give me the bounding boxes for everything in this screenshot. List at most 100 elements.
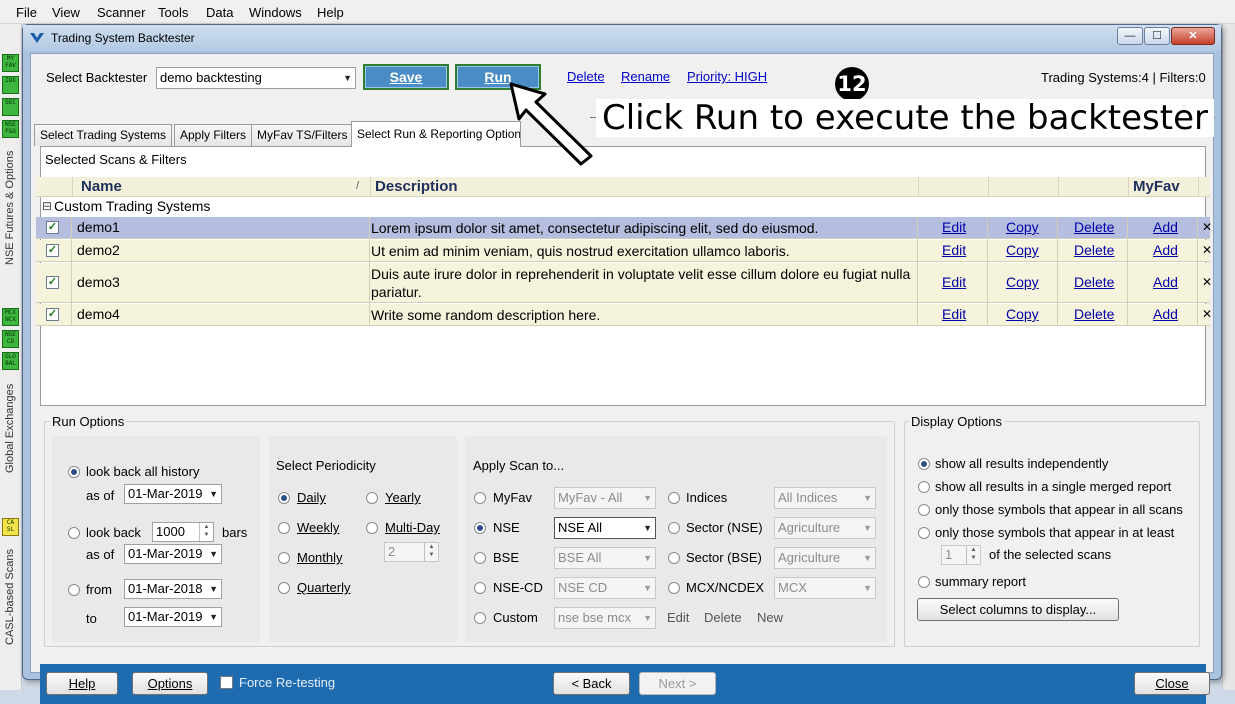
spinner-arrows-icon[interactable]: ▲ ▼ [199, 523, 213, 541]
summary-report-radio[interactable] [918, 576, 930, 588]
custom-new-link[interactable]: New [757, 610, 783, 625]
row-checkbox[interactable]: ✓ [46, 276, 59, 289]
menu-view[interactable]: View [52, 5, 80, 20]
as-of-date-picker-2[interactable]: 01-Mar-2019 ▼ [124, 544, 222, 564]
monthly-radio[interactable] [278, 552, 290, 564]
row-copy-link[interactable]: Copy [1006, 219, 1039, 235]
sector-bse-select[interactable]: Agriculture ▼ [774, 547, 876, 569]
table-row[interactable]: ✓ demo3 Duis aute irure dolor in reprehe… [36, 263, 1212, 303]
myfav-radio[interactable] [474, 492, 486, 504]
row-checkbox[interactable]: ✓ [46, 221, 59, 234]
nsecd-select[interactable]: NSE CD ▼ [554, 577, 656, 599]
bse-radio[interactable] [474, 552, 486, 564]
row-delete-link[interactable]: Delete [1074, 219, 1114, 235]
sidebar-global-button[interactable]: GLO BAL [2, 352, 19, 370]
indices-select[interactable]: All Indices ▼ [774, 487, 876, 509]
menu-help[interactable]: Help [317, 5, 344, 20]
row-edit-link[interactable]: Edit [942, 242, 966, 258]
row-edit-link[interactable]: Edit [942, 219, 966, 235]
mcx-select[interactable]: MCX ▼ [774, 577, 876, 599]
sidebar-myfav-button[interactable]: MY FAV [2, 54, 19, 72]
row-edit-link[interactable]: Edit [942, 306, 966, 322]
from-to-radio[interactable] [68, 584, 80, 596]
column-myfav-header[interactable]: MyFav [1133, 178, 1180, 195]
row-add-link[interactable]: Add [1153, 274, 1178, 290]
sort-icon[interactable]: / [356, 180, 359, 192]
multiday-radio[interactable] [366, 522, 378, 534]
merged-report-radio[interactable] [918, 481, 930, 493]
bars-spinner[interactable]: 1000 ▲ ▼ [152, 522, 214, 542]
menu-tools[interactable]: Tools [158, 5, 188, 20]
row-add-link[interactable]: Add [1153, 306, 1178, 322]
row-delete-link[interactable]: Delete [1074, 274, 1114, 290]
maximize-icon[interactable]: ☐ [1144, 27, 1170, 45]
next-button[interactable]: Next > [639, 672, 716, 695]
menu-data[interactable]: Data [206, 5, 233, 20]
sector-nse-radio[interactable] [668, 522, 680, 534]
row-remove-icon[interactable]: ✕ [1202, 220, 1212, 234]
sidebar-mcx-button[interactable]: MCX NCX [2, 308, 19, 326]
all-scans-radio[interactable] [918, 504, 930, 516]
table-row[interactable]: ✓ demo1 Lorem ipsum dolor sit amet, cons… [36, 217, 1212, 239]
tab-apply-filters[interactable]: Apply Filters [174, 124, 253, 146]
row-add-link[interactable]: Add [1153, 242, 1178, 258]
at-least-radio[interactable] [918, 527, 930, 539]
row-delete-link[interactable]: Delete [1074, 306, 1114, 322]
rename-link[interactable]: Rename [621, 69, 670, 84]
column-name-header[interactable]: Name [81, 178, 122, 195]
sidebar-group-label[interactable]: CASL-based Scans [1, 538, 19, 656]
save-button[interactable]: Save [363, 64, 449, 90]
sidebar-sec-button[interactable]: SEC [2, 98, 19, 116]
lookback-bars-radio[interactable] [68, 527, 80, 539]
menu-windows[interactable]: Windows [249, 5, 302, 20]
to-date-picker[interactable]: 01-Mar-2019 ▼ [124, 607, 222, 627]
sector-nse-select[interactable]: Agriculture ▼ [774, 517, 876, 539]
nse-radio[interactable] [474, 522, 486, 534]
spinner-arrows-icon[interactable]: ▲ ▼ [424, 543, 438, 561]
minimize-icon[interactable]: — [1117, 27, 1143, 45]
table-row[interactable]: ✓ demo4 Write some random description he… [36, 304, 1212, 326]
daily-radio[interactable] [278, 492, 290, 504]
custom-edit-link[interactable]: Edit [667, 610, 689, 625]
bse-select[interactable]: BSE All ▼ [554, 547, 656, 569]
weekly-radio[interactable] [278, 522, 290, 534]
custom-delete-link[interactable]: Delete [704, 610, 742, 625]
lookback-all-radio[interactable] [68, 466, 80, 478]
row-remove-icon[interactable]: ✕ [1202, 307, 1212, 321]
yearly-radio[interactable] [366, 492, 378, 504]
menu-scanner[interactable]: Scanner [97, 5, 145, 20]
sidebar-nsecd-button[interactable]: NSE CD [2, 330, 19, 348]
spinner-arrows-icon[interactable]: ▲ ▼ [966, 546, 980, 564]
collapse-icon[interactable]: ⊟ [42, 199, 52, 213]
sidebar-casl-button[interactable]: CA SL [2, 518, 19, 536]
row-checkbox[interactable]: ✓ [46, 244, 59, 257]
mcx-radio[interactable] [668, 582, 680, 594]
row-delete-link[interactable]: Delete [1074, 242, 1114, 258]
nsecd-radio[interactable] [474, 582, 486, 594]
sector-bse-radio[interactable] [668, 552, 680, 564]
close-button[interactable]: Close [1134, 672, 1210, 695]
nse-select[interactable]: NSE All ▼ [554, 517, 656, 539]
row-copy-link[interactable]: Copy [1006, 274, 1039, 290]
back-button[interactable]: < Back [553, 672, 630, 695]
sidebar-group-label[interactable]: Global Exchanges [1, 372, 19, 484]
custom-select[interactable]: nse bse mcx ▼ [554, 607, 656, 629]
from-date-picker[interactable]: 01-Mar-2018 ▼ [124, 579, 222, 599]
menu-file[interactable]: File [16, 5, 37, 20]
column-description-header[interactable]: Description [375, 178, 458, 195]
close-icon[interactable]: ✕ [1171, 27, 1215, 45]
row-add-link[interactable]: Add [1153, 219, 1178, 235]
tab-select-trading-systems[interactable]: Select Trading Systems [34, 124, 173, 146]
indices-radio[interactable] [668, 492, 680, 504]
row-copy-link[interactable]: Copy [1006, 306, 1039, 322]
row-copy-link[interactable]: Copy [1006, 242, 1039, 258]
priority-link[interactable]: Priority: HIGH [687, 69, 767, 84]
tab-myfav[interactable]: MyFav TS/Filters [251, 124, 354, 146]
table-row[interactable]: ✓ demo2 Ut enim ad minim veniam, quis no… [36, 240, 1212, 262]
row-remove-icon[interactable]: ✕ [1202, 243, 1212, 257]
options-button[interactable]: Options [132, 672, 208, 695]
help-button[interactable]: Help [46, 672, 118, 695]
force-retesting-checkbox[interactable] [220, 676, 233, 689]
sidebar-idx-button[interactable]: IDX [2, 76, 19, 94]
at-least-spinner[interactable]: 1 ▲ ▼ [941, 545, 981, 565]
